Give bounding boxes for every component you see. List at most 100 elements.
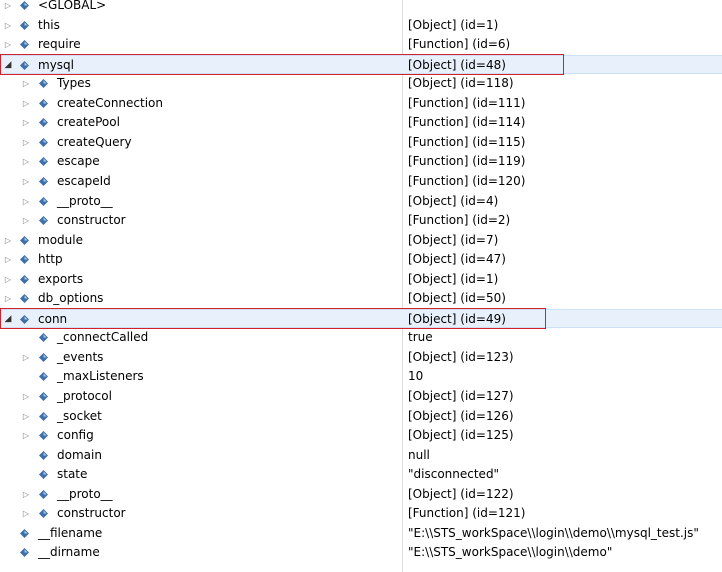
variable-row[interactable]: _maxListeners 10: [0, 367, 722, 387]
variable-name: __dirname: [38, 545, 100, 560]
collapse-arrow-icon[interactable]: ◢: [2, 56, 14, 75]
variable-name: conn: [38, 311, 68, 326]
variable-value: [Function] (id=2): [408, 213, 511, 228]
variable-name: _socket: [57, 408, 102, 423]
variable-icon: [39, 118, 48, 128]
variable-icon: [39, 431, 48, 441]
collapse-arrow-icon[interactable]: ◢: [2, 310, 14, 329]
variable-value: [Object] (id=48): [408, 57, 506, 72]
variable-row[interactable]: ▷ _protocol [Object] (id=127): [0, 387, 722, 407]
expand-arrow-icon[interactable]: ▷: [2, 0, 14, 15]
variable-row[interactable]: ▷ constructor [Function] (id=121): [0, 504, 722, 524]
expand-arrow-icon[interactable]: ▷: [2, 16, 14, 35]
variable-icon: [20, 20, 29, 30]
expand-arrow-icon[interactable]: ▷: [20, 113, 32, 132]
variable-row[interactable]: ▷ exports [Object] (id=1): [0, 270, 722, 290]
expand-arrow-icon[interactable]: ▷: [20, 407, 32, 426]
variable-row[interactable]: ▷ __proto__ [Object] (id=4): [0, 192, 722, 212]
expand-arrow-icon[interactable]: ▷: [20, 387, 32, 406]
variable-name: createQuery: [57, 134, 132, 149]
variable-row[interactable]: ▷ escape [Function] (id=119): [0, 152, 722, 172]
variable-name: module: [38, 232, 83, 247]
variable-name: _connectCalled: [57, 330, 149, 345]
variable-value: [Function] (id=120): [408, 173, 526, 188]
variable-value: [Object] (id=50): [408, 291, 506, 306]
expand-arrow-icon[interactable]: ▷: [2, 35, 14, 54]
variable-row[interactable]: ▷ Types [Object] (id=118): [0, 74, 722, 94]
variable-icon: [39, 352, 48, 362]
variable-icon: [39, 333, 48, 343]
variable-icon: [20, 235, 29, 245]
variable-row[interactable]: ▷ require [Function] (id=6): [0, 35, 722, 55]
variable-name: state: [57, 467, 88, 482]
variable-value: [Function] (id=115): [408, 134, 526, 149]
variable-row[interactable]: ▷ createQuery [Function] (id=115): [0, 133, 722, 153]
variable-icon: [39, 137, 48, 147]
variable-icon: [20, 40, 29, 50]
variable-row[interactable]: ▷ _events [Object] (id=123): [0, 348, 722, 368]
variable-name: this: [38, 17, 60, 32]
variable-value: [Object] (id=122): [408, 486, 514, 501]
variable-icon: [39, 411, 48, 421]
variable-icon: [20, 548, 29, 558]
variable-row[interactable]: ▷ constructor [Function] (id=2): [0, 211, 722, 231]
expand-arrow-icon[interactable]: ▷: [20, 74, 32, 93]
variable-name: __proto__: [57, 486, 113, 501]
expand-arrow-icon[interactable]: ▷: [20, 485, 32, 504]
variable-name: mysql: [38, 57, 74, 72]
variable-row[interactable]: ▷ db_options [Object] (id=50): [0, 289, 722, 309]
variable-value: [Function] (id=121): [408, 506, 526, 521]
variable-name: createPool: [57, 115, 120, 130]
variable-value: [Object] (id=125): [408, 428, 514, 443]
variable-row[interactable]: _connectCalled true: [0, 328, 722, 348]
variable-row[interactable]: __dirname "E:\\STS_workSpace\\login\\demo…: [0, 543, 722, 563]
variable-row[interactable]: ▷ createPool [Function] (id=114): [0, 113, 722, 133]
expand-arrow-icon[interactable]: ▷: [20, 94, 32, 113]
variable-row[interactable]: ▷ module [Object] (id=7): [0, 231, 722, 251]
variable-row[interactable]: ◢ conn [Object] (id=49): [0, 308, 722, 329]
variable-name: Types: [57, 76, 91, 91]
variable-row[interactable]: ▷ this [Object] (id=1): [0, 16, 722, 36]
expand-arrow-icon[interactable]: ▷: [2, 250, 14, 269]
variable-value: [Function] (id=114): [408, 115, 526, 130]
variable-name: config: [57, 428, 94, 443]
expand-arrow-icon[interactable]: ▷: [2, 270, 14, 289]
expand-arrow-icon[interactable]: ▷: [20, 152, 32, 171]
expand-arrow-icon[interactable]: ▷: [20, 172, 32, 191]
variable-row[interactable]: ▷ http [Object] (id=47): [0, 250, 722, 270]
variable-name: domain: [57, 447, 102, 462]
variable-row[interactable]: ▷ escapeId [Function] (id=120): [0, 172, 722, 192]
variable-icon: [39, 216, 48, 226]
variable-row[interactable]: domain null: [0, 446, 722, 466]
expand-arrow-icon[interactable]: ▷: [2, 231, 14, 250]
variable-row[interactable]: ▷ __proto__ [Object] (id=122): [0, 485, 722, 505]
variable-icon: [39, 79, 48, 89]
variable-icon: [39, 372, 48, 382]
expand-arrow-icon[interactable]: ▷: [2, 289, 14, 308]
expand-arrow-icon[interactable]: ▷: [20, 348, 32, 367]
expand-arrow-icon[interactable]: ▷: [20, 504, 32, 523]
variable-name: exports: [38, 271, 84, 286]
variable-row[interactable]: ▷ <GLOBAL>: [0, 0, 722, 16]
variable-row[interactable]: ▷ config [Object] (id=125): [0, 426, 722, 446]
variable-row[interactable]: ◢ mysql [Object] (id=48): [0, 54, 722, 75]
variable-name: createConnection: [57, 95, 163, 110]
variable-value: [Object] (id=47): [408, 252, 506, 267]
expand-arrow-icon[interactable]: ▷: [20, 133, 32, 152]
variable-value: "E:\\STS_workSpace\\login\\demo\\mysql_t…: [408, 525, 699, 540]
variable-value: [Object] (id=4): [408, 193, 499, 208]
variable-value: null: [408, 447, 430, 462]
expand-arrow-icon[interactable]: ▷: [20, 426, 32, 445]
variable-icon: [20, 314, 29, 324]
variable-icon: [39, 392, 48, 401]
variable-row[interactable]: ▷ _socket [Object] (id=126): [0, 407, 722, 427]
variable-icon: [20, 60, 29, 70]
variable-row[interactable]: __filename "E:\\STS_workSpace\\login\\dem…: [0, 524, 722, 544]
variable-name: escape: [57, 154, 100, 169]
expand-arrow-icon[interactable]: ▷: [20, 192, 32, 211]
variable-row[interactable]: state "disconnected": [0, 465, 722, 485]
variable-icon: [20, 1, 29, 10]
variable-name: _maxListeners: [57, 369, 144, 384]
variable-row[interactable]: ▷ createConnection [Function] (id=111): [0, 94, 722, 114]
expand-arrow-icon[interactable]: ▷: [20, 211, 32, 230]
